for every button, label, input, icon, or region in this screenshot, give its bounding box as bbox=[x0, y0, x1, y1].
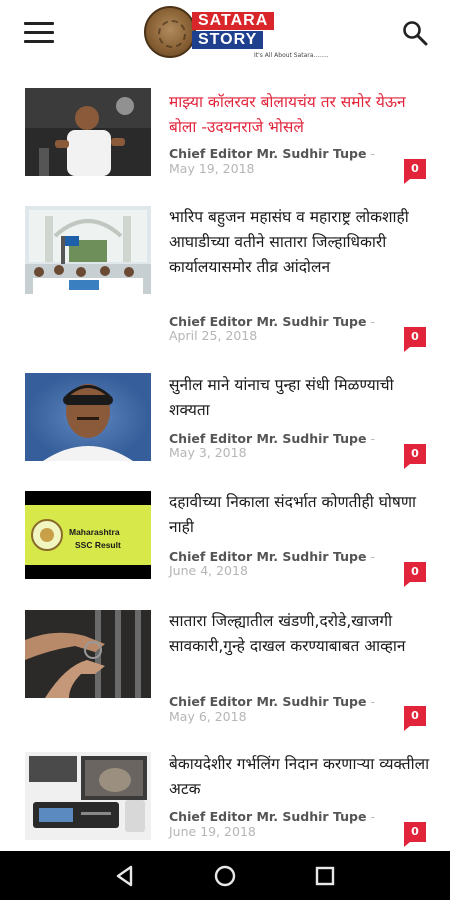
home-circle-icon[interactable] bbox=[212, 863, 238, 889]
logo-word-story: STORY bbox=[192, 31, 264, 49]
comment-count-badge[interactable]: 0 bbox=[404, 327, 426, 352]
comment-count-badge[interactable]: 0 bbox=[404, 706, 426, 731]
thumb-text-maharashtra: Maharashtra bbox=[69, 527, 120, 537]
article-thumbnail[interactable] bbox=[25, 373, 151, 461]
article-date: June 19, 2018 bbox=[169, 824, 256, 839]
article-title[interactable]: दहावीच्या निकाला संदर्भात कोणतीही घोषणा … bbox=[169, 490, 431, 540]
recents-square-icon[interactable] bbox=[312, 863, 338, 889]
article-author: Chief Editor Mr. Sudhir Tupe - bbox=[169, 549, 375, 564]
author-separator: - bbox=[370, 549, 375, 564]
article-author-text: Chief Editor Mr. Sudhir Tupe bbox=[169, 694, 367, 709]
article-date: May 3, 2018 bbox=[169, 445, 247, 460]
comment-count-badge[interactable]: 0 bbox=[404, 159, 426, 184]
article-thumbnail[interactable] bbox=[25, 752, 151, 840]
article-date: April 25, 2018 bbox=[169, 328, 258, 343]
article-author-text: Chief Editor Mr. Sudhir Tupe bbox=[169, 146, 367, 161]
author-separator: - bbox=[370, 694, 375, 709]
article-title[interactable]: सातारा जिल्ह्यातील खंडणी,दरोडे,खाजगी साव… bbox=[169, 609, 431, 659]
article-title[interactable]: भारिप बहुजन महासंघ व महाराष्ट्र लोकशाही … bbox=[169, 205, 431, 280]
article-thumbnail[interactable] bbox=[25, 88, 151, 176]
hamburger-menu-icon[interactable] bbox=[24, 22, 56, 44]
logo-seal bbox=[144, 6, 196, 58]
article-author-text: Chief Editor Mr. Sudhir Tupe bbox=[169, 809, 367, 824]
article-title[interactable]: माझ्या कॉलरवर बोलायचंय तर समोर येऊन बोला… bbox=[169, 90, 431, 140]
article-thumbnail[interactable]: Maharashtra SSC Result bbox=[25, 491, 151, 579]
article-thumbnail[interactable] bbox=[25, 610, 151, 698]
article-author: Chief Editor Mr. Sudhir Tupe - bbox=[169, 431, 375, 446]
article-author: Chief Editor Mr. Sudhir Tupe - bbox=[169, 314, 375, 329]
satara-story-logo[interactable]: SATARA STORY It's All About Satara......… bbox=[144, 6, 329, 60]
article-author-text: Chief Editor Mr. Sudhir Tupe bbox=[169, 431, 367, 446]
article-thumbnail[interactable] bbox=[25, 206, 151, 294]
article-author-text: Chief Editor Mr. Sudhir Tupe bbox=[169, 314, 367, 329]
article-date: June 4, 2018 bbox=[169, 563, 248, 578]
author-separator: - bbox=[370, 314, 375, 329]
article-title[interactable]: सुनील माने यांनाच पुन्हा संधी मिळण्याची … bbox=[169, 373, 431, 423]
article-date: May 6, 2018 bbox=[169, 709, 247, 724]
comment-count-badge[interactable]: 0 bbox=[404, 562, 426, 587]
app-header: SATARA STORY It's All About Satara......… bbox=[0, 0, 450, 68]
article-author: Chief Editor Mr. Sudhir Tupe - bbox=[169, 146, 375, 161]
system-navigation-bar bbox=[0, 851, 450, 900]
article-author: Chief Editor Mr. Sudhir Tupe - bbox=[169, 809, 375, 824]
search-icon[interactable] bbox=[402, 20, 428, 46]
author-separator: - bbox=[370, 431, 375, 446]
thumb-text-ssc-result: SSC Result bbox=[75, 540, 121, 550]
article-author-text: Chief Editor Mr. Sudhir Tupe bbox=[169, 549, 367, 564]
comment-count-badge[interactable]: 0 bbox=[404, 822, 426, 847]
logo-word-satara: SATARA bbox=[192, 12, 275, 30]
author-separator: - bbox=[370, 809, 375, 824]
article-date: May 19, 2018 bbox=[169, 161, 255, 176]
article-title[interactable]: बेकायदेशीर गर्भलिंग निदान करणाऱ्या व्यक्… bbox=[169, 752, 431, 802]
comment-count-badge[interactable]: 0 bbox=[404, 444, 426, 469]
author-separator: - bbox=[370, 146, 375, 161]
back-triangle-icon[interactable] bbox=[112, 863, 138, 889]
article-author: Chief Editor Mr. Sudhir Tupe - bbox=[169, 694, 375, 709]
logo-tagline: It's All About Satara........ bbox=[254, 52, 329, 59]
